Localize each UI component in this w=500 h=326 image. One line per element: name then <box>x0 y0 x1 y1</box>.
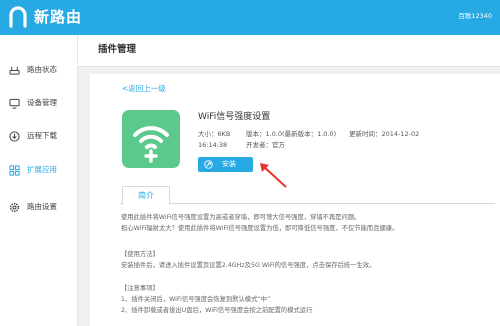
account-name[interactable]: 百歌12340 <box>458 11 492 21</box>
page-title: 插件管理 <box>98 44 137 55</box>
install-button-label: 安装 <box>222 160 236 168</box>
description-line: 【注意事项】 <box>121 285 159 292</box>
router-icon <box>9 66 20 75</box>
sidebar-item-extensions[interactable]: 扩展应用 <box>0 155 77 185</box>
top-bar: 新路由 百歌12340 <box>0 0 500 35</box>
sidebar-item-remote-download[interactable]: 远程下载 <box>0 121 77 151</box>
description-line: 安装插件后，请进入插件设置页设置2.4GHz及5G WiFi的信号强度，点击保存… <box>121 262 376 269</box>
apps-icon <box>9 164 20 176</box>
description-line: 担心WiFi辐射太大？使用此插件将WiFi信号强度设置为低，即可降低信号强度，不… <box>121 225 399 232</box>
sidebar-item-label: 远程下载 <box>27 131 57 140</box>
description-line: 使用此插件将WiFi信号强度设置为高或者穿墙，即可增大信号强度，穿墙不再是问题。 <box>121 214 361 221</box>
plugin-name: WiFi信号强度设置 <box>198 112 271 122</box>
plugin-size: 大小：6KB <box>198 130 231 138</box>
back-link[interactable]: <返回上一级 <box>122 84 166 94</box>
plugin-detail-panel: <返回上一级 WiFi信号强度设置 大小：6KB 版本：1.0.0(最新版本：1… <box>90 74 500 326</box>
description-line: 【使用方法】 <box>121 251 159 258</box>
pointer-arrow-icon <box>260 163 287 188</box>
sidebar-item-label: 设备管理 <box>27 98 57 107</box>
main-header: 插件管理 <box>78 35 500 67</box>
plugin-version: 版本：1.0.0(最新版本：1.0.0) <box>246 130 337 138</box>
sidebar-item-device-management[interactable]: 设备管理 <box>0 88 77 118</box>
monitor-icon <box>9 98 20 109</box>
install-button[interactable]: 安装 <box>198 157 253 172</box>
install-icon <box>204 160 213 169</box>
plugin-update-clock: 16:14:38 <box>198 141 228 149</box>
tab-divider <box>120 203 495 204</box>
description-line: 1、插件关闭后，WiFi信号强度会恢复到默认模式“中” <box>121 296 271 303</box>
sidebar: 路由状态 设备管理 远程下载 扩展应用 路由设置 <box>0 35 78 326</box>
plugin-developer: 开发者：官方 <box>246 141 285 149</box>
router-logo-icon <box>9 6 27 28</box>
sidebar-item-label: 路由设置 <box>27 202 57 211</box>
sidebar-item-label: 路由状态 <box>27 65 57 74</box>
tab-introduction[interactable]: 简介 <box>122 186 170 205</box>
description-line: 2、插件卸载或者拔出U盘后，WiFi信号强度会按之前配置的模式运行 <box>121 307 313 314</box>
plugin-update-time: 更新时间：2014-12-02 <box>349 130 420 138</box>
sidebar-item-router-status[interactable]: 路由状态 <box>0 55 77 85</box>
wifi-plus-icon <box>133 126 169 163</box>
sidebar-item-label: 扩展应用 <box>27 165 57 174</box>
download-icon <box>9 130 20 142</box>
gear-icon <box>9 202 20 212</box>
brand-name: 新路由 <box>34 8 83 26</box>
sidebar-item-router-settings[interactable]: 路由设置 <box>0 192 77 222</box>
plugin-app-icon <box>122 110 180 168</box>
